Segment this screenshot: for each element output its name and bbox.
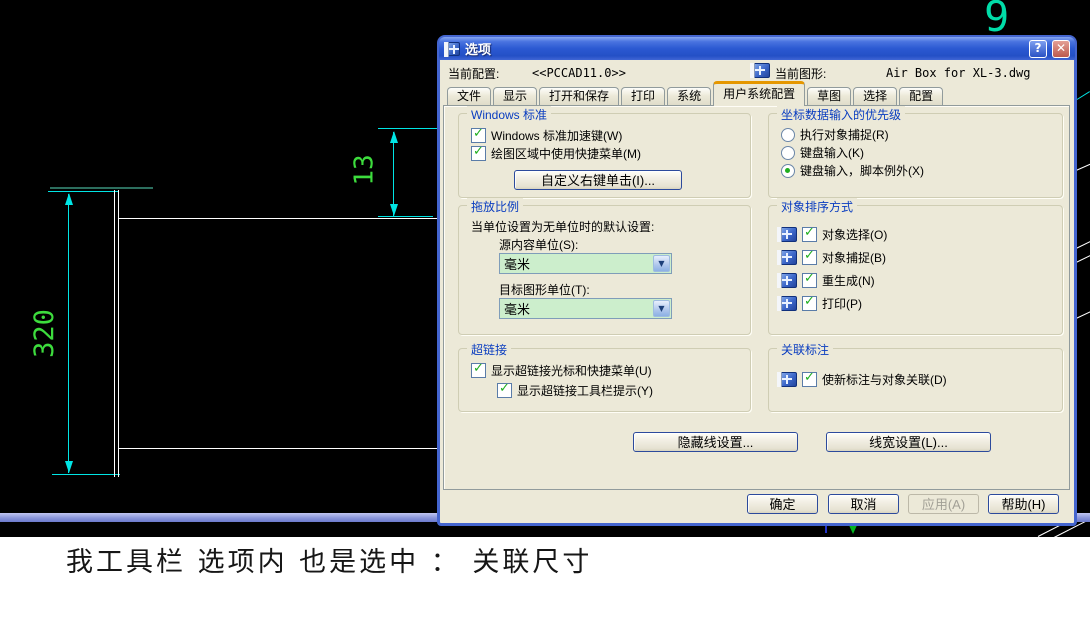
- current-config-label: 当前配置:: [448, 67, 500, 81]
- shortcut-menu-checkbox[interactable]: ✓ 绘图区域中使用快捷菜单(M): [471, 144, 641, 162]
- source-units-label: 源内容单位(S):: [499, 238, 579, 252]
- cad-edge-line: [1075, 311, 1090, 319]
- tab-profiles[interactable]: 配置: [899, 87, 944, 106]
- tab-files[interactable]: 文件: [447, 87, 492, 106]
- windows-accel-checkbox[interactable]: ✓ Windows 标准加速键(W): [471, 126, 622, 144]
- combobox-dropdown-icon[interactable]: ▼: [653, 300, 670, 317]
- checkmark-icon: ✓: [473, 144, 484, 159]
- drag-scale-group: 拖放比例 当单位设置为无单位时的默认设置: 源内容单位(S): 毫米 ▼ 目标图…: [458, 198, 751, 335]
- object-select-row[interactable]: ✓ 对象选择(O): [777, 225, 887, 243]
- object-snap-row[interactable]: ✓ 对象捕捉(B): [777, 248, 886, 266]
- cad-edge-line: [1075, 163, 1090, 171]
- group-title: 坐标数据输入的优先级: [777, 106, 906, 123]
- target-units-combobox[interactable]: 毫米 ▼: [499, 298, 672, 319]
- pccad-app-icon: [444, 41, 460, 57]
- user-preferences-page: Windows 标准 ✓ Windows 标准加速键(W) ✓ 绘图区域中使用快…: [443, 105, 1070, 490]
- object-sort-group: 对象排序方式 ✓ 对象选择(O) ✓ 对象捕捉(B) ✓ 重生成(N) ✓ 打印…: [768, 198, 1063, 335]
- tab-system[interactable]: 系统: [667, 87, 712, 106]
- dim-arrow-up-icon: [390, 131, 398, 143]
- note-text: 我工具栏 选项内 也是选中 ： 关联尺寸: [66, 547, 593, 578]
- hyperlink-cursor-checkbox[interactable]: ✓ 显示超链接光标和快捷菜单(U): [471, 361, 652, 379]
- draworder-icon: [777, 372, 797, 387]
- close-button[interactable]: ✕: [1052, 39, 1070, 58]
- apply-button: 应用(A): [908, 494, 979, 514]
- note-strip: 我工具栏 选项内 也是选中 ： 关联尺寸: [0, 537, 1090, 634]
- dim-arrow-up-icon: [65, 193, 73, 205]
- group-title: 对象排序方式: [777, 198, 858, 215]
- lineweight-settings-button[interactable]: 线宽设置(L)...: [826, 432, 991, 452]
- hidden-line-settings-button[interactable]: 隐藏线设置...: [633, 432, 798, 452]
- tab-strip: 文件 显示 打开和保存 打印 系统 用户系统配置 草图 选择 配置: [447, 81, 945, 106]
- dwg-file-icon: [750, 63, 770, 78]
- help-button[interactable]: 帮助(H): [988, 494, 1059, 514]
- part-edge-bottom: [118, 448, 437, 449]
- checkmark-icon: ✓: [804, 225, 815, 240]
- regen-row[interactable]: ✓ 重生成(N): [777, 271, 875, 289]
- hyperlink-group: 超链接 ✓ 显示超链接光标和快捷菜单(U) ✓ 显示超链接工具栏提示(Y): [458, 341, 751, 412]
- assoc-dim-checkbox[interactable]: ✓ 使新标注与对象关联(D): [777, 370, 947, 388]
- part-edge-top: [118, 218, 437, 219]
- dialog-titlebar[interactable]: 选项 ? ✕: [439, 37, 1075, 60]
- hyperlink-tooltip-checkbox[interactable]: ✓ 显示超链接工具栏提示(Y): [497, 381, 653, 399]
- cad-edge-line: [1075, 241, 1090, 249]
- group-title: 拖放比例: [467, 198, 524, 215]
- target-units-label: 目标图形单位(T):: [499, 283, 590, 297]
- checkmark-icon: ✓: [473, 361, 484, 376]
- dim-arrow-down-icon: [65, 461, 73, 473]
- combobox-dropdown-icon[interactable]: ▼: [653, 255, 670, 272]
- dim-extension-line: [52, 474, 120, 475]
- cad-edge-line: [1076, 91, 1090, 100]
- current-config-value: <<PCCAD11.0>>: [532, 66, 626, 80]
- source-units-combobox[interactable]: 毫米 ▼: [499, 253, 672, 274]
- checkmark-icon: ✓: [804, 294, 815, 309]
- cad-dark-line: [50, 187, 153, 189]
- draworder-icon: [777, 273, 797, 288]
- group-title: Windows 标准: [467, 106, 552, 123]
- customize-right-click-button[interactable]: 自定义右键单击(I)...: [514, 170, 682, 190]
- dim-text-13: 13: [350, 154, 380, 186]
- drag-scale-description: 当单位设置为无单位时的默认设置:: [471, 220, 655, 234]
- draworder-icon: [777, 227, 797, 242]
- dim-line-320: [68, 194, 69, 473]
- help-titlebar-button[interactable]: ?: [1029, 39, 1047, 58]
- draworder-icon: [777, 250, 797, 265]
- dialog-title: 选项: [465, 42, 492, 57]
- dim-arrow-down-icon: [390, 204, 398, 216]
- pccad-app-window: 9 320 13 我工具栏 选项内 也是选中 ： 关联尺寸 选项 ? ✕ 当前配…: [0, 0, 1090, 634]
- group-title: 关联标注: [777, 341, 834, 358]
- tab-display[interactable]: 显示: [493, 87, 538, 106]
- draworder-icon: [777, 296, 797, 311]
- windows-standard-group: Windows 标准 ✓ Windows 标准加速键(W) ✓ 绘图区域中使用快…: [458, 106, 751, 198]
- assoc-dim-group: 关联标注 ✓ 使新标注与对象关联(D): [768, 341, 1063, 412]
- checkmark-icon: ✓: [473, 126, 484, 141]
- tab-plot[interactable]: 打印: [621, 87, 666, 106]
- group-title: 超链接: [467, 341, 512, 358]
- radio-running-osnap[interactable]: 执行对象捕捉(R): [781, 126, 889, 143]
- ok-button[interactable]: 确定: [747, 494, 818, 514]
- radio-keyboard-entry[interactable]: 键盘输入(K): [781, 144, 864, 161]
- radio-keyboard-except-scripts[interactable]: 键盘输入，脚本例外(X): [781, 162, 924, 179]
- cancel-button[interactable]: 取消: [828, 494, 899, 514]
- part-outline: [114, 190, 119, 477]
- plot-row[interactable]: ✓ 打印(P): [777, 294, 862, 312]
- dim-text-320: 320: [28, 308, 60, 358]
- dim-extension-line: [378, 128, 437, 129]
- options-dialog: 选项 ? ✕ 当前配置: <<PCCAD11.0>> 当前图形: Air Box…: [437, 35, 1077, 526]
- tab-open-save[interactable]: 打开和保存: [539, 87, 620, 106]
- tab-drafting[interactable]: 草图: [807, 87, 852, 106]
- coord-priority-group: 坐标数据输入的优先级 执行对象捕捉(R) 键盘输入(K) 键盘输入，脚本例外(X…: [768, 106, 1063, 198]
- cad-edge-line: [1075, 255, 1090, 263]
- checkmark-icon: ✓: [804, 271, 815, 286]
- checkmark-icon: ✓: [804, 248, 815, 263]
- checkmark-icon: ✓: [804, 370, 815, 385]
- current-drawing-value: Air Box for XL-3.dwg: [886, 66, 1031, 80]
- tab-user-preferences[interactable]: 用户系统配置: [713, 81, 806, 106]
- dim-extension-line: [378, 216, 433, 217]
- checkmark-icon: ✓: [499, 381, 510, 396]
- dim-extension-line: [48, 191, 118, 192]
- tab-selection[interactable]: 选择: [853, 87, 898, 106]
- current-drawing-label: 当前图形:: [775, 67, 827, 81]
